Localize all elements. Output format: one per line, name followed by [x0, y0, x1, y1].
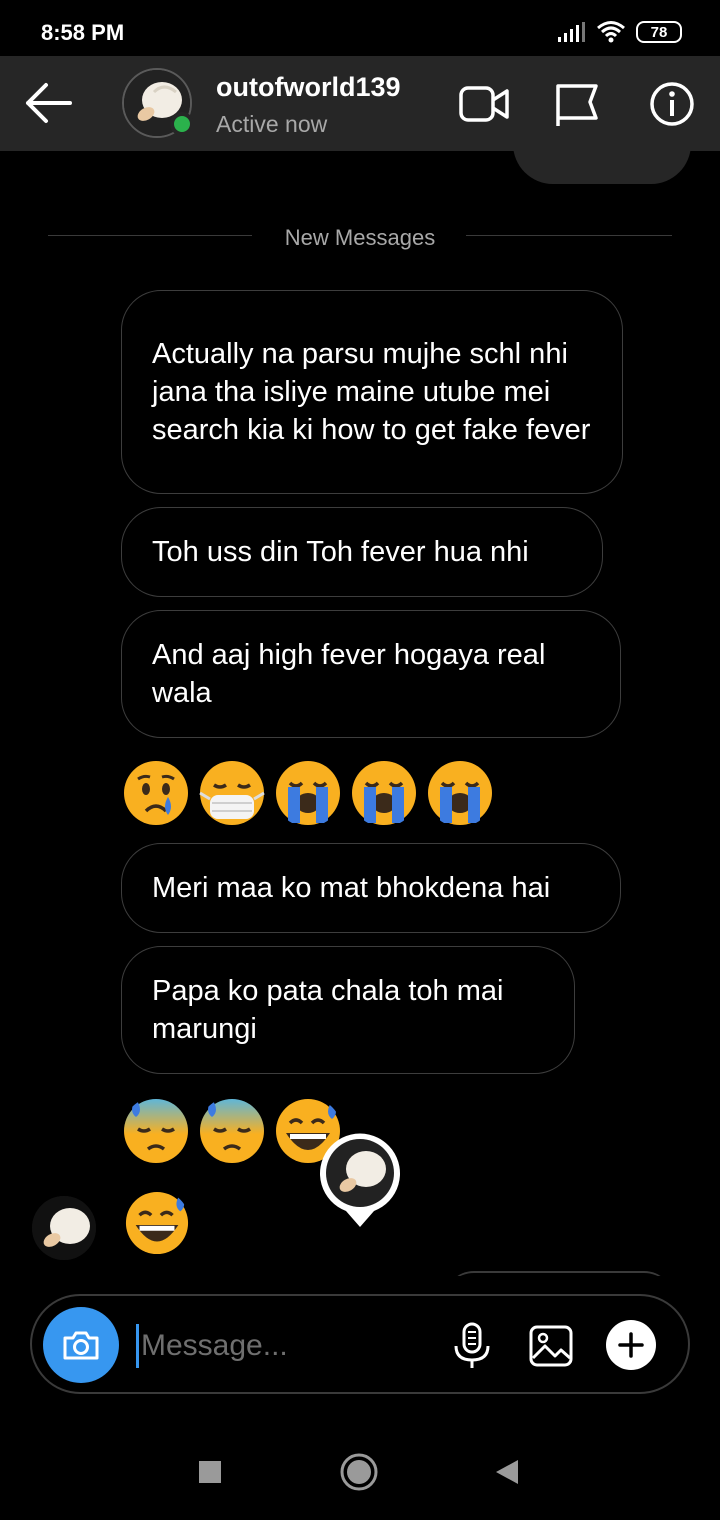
message-thread[interactable]: New Messages Actually na parsu mujhe sch… [0, 151, 720, 1276]
microphone-icon[interactable] [450, 1322, 494, 1370]
message-input[interactable] [136, 1324, 436, 1368]
message-bubble[interactable]: Actually na parsu mujhe schl nhi jana th… [121, 290, 623, 494]
contact-avatar[interactable] [122, 68, 194, 138]
emoji-message[interactable] [122, 1097, 342, 1165]
loudly-crying-face-emoji [428, 761, 492, 825]
emoji-message[interactable] [122, 759, 494, 827]
camera-icon [63, 1331, 99, 1360]
battery-indicator: 78 [636, 21, 682, 43]
signal-icon [558, 22, 585, 42]
system-nav-bar [0, 1420, 720, 1520]
downcast-face-with-sweat-emoji [124, 1099, 188, 1163]
recents-icon[interactable] [190, 1452, 230, 1492]
status-bar: 8:58 PM 78 [0, 0, 720, 56]
add-button[interactable] [606, 1320, 656, 1370]
face-with-medical-mask-emoji [199, 761, 265, 825]
message-bubble[interactable]: Toh uss din Toh fever hua nhi [121, 507, 603, 597]
message-bubble[interactable]: Papa ko pata chala toh mai marungi [121, 946, 575, 1074]
loudly-crying-face-emoji [276, 761, 340, 825]
camera-button[interactable] [43, 1307, 119, 1383]
chat-header: outofworld139 Active now [0, 56, 720, 151]
downcast-face-with-sweat-emoji [200, 1099, 264, 1163]
status-time: 8:58 PM [41, 20, 125, 45]
loudly-crying-face-emoji [352, 761, 416, 825]
home-icon[interactable] [339, 1452, 379, 1492]
online-indicator [170, 112, 194, 136]
emoji-message[interactable] [124, 1190, 190, 1256]
previous-message-bubble [513, 151, 691, 184]
message-bubble[interactable]: Meri maa ko mat bhokdena hai [121, 843, 621, 933]
message-bubble[interactable]: And aaj high fever hogaya real wala [121, 610, 621, 738]
status-icons: 78 [556, 20, 682, 44]
plus-icon [618, 1332, 644, 1358]
active-status: Active now [216, 111, 328, 137]
flag-icon[interactable] [550, 80, 602, 128]
system-back-icon[interactable] [488, 1452, 528, 1492]
contact-username[interactable]: outofworld139 [216, 72, 401, 103]
partial-message-bubble [444, 1271, 674, 1276]
new-messages-divider: New Messages [284, 225, 436, 250]
seen-avatar-marker [320, 1133, 400, 1227]
gallery-icon[interactable] [528, 1324, 574, 1368]
grinning-face-with-sweat-emoji [125, 1191, 189, 1255]
sender-avatar[interactable] [32, 1196, 96, 1260]
info-icon[interactable] [646, 80, 698, 128]
video-call-icon[interactable] [458, 80, 510, 128]
wifi-icon [597, 21, 625, 43]
crying-face-emoji [124, 761, 188, 825]
message-composer [30, 1294, 690, 1394]
back-arrow-icon[interactable] [20, 78, 74, 128]
